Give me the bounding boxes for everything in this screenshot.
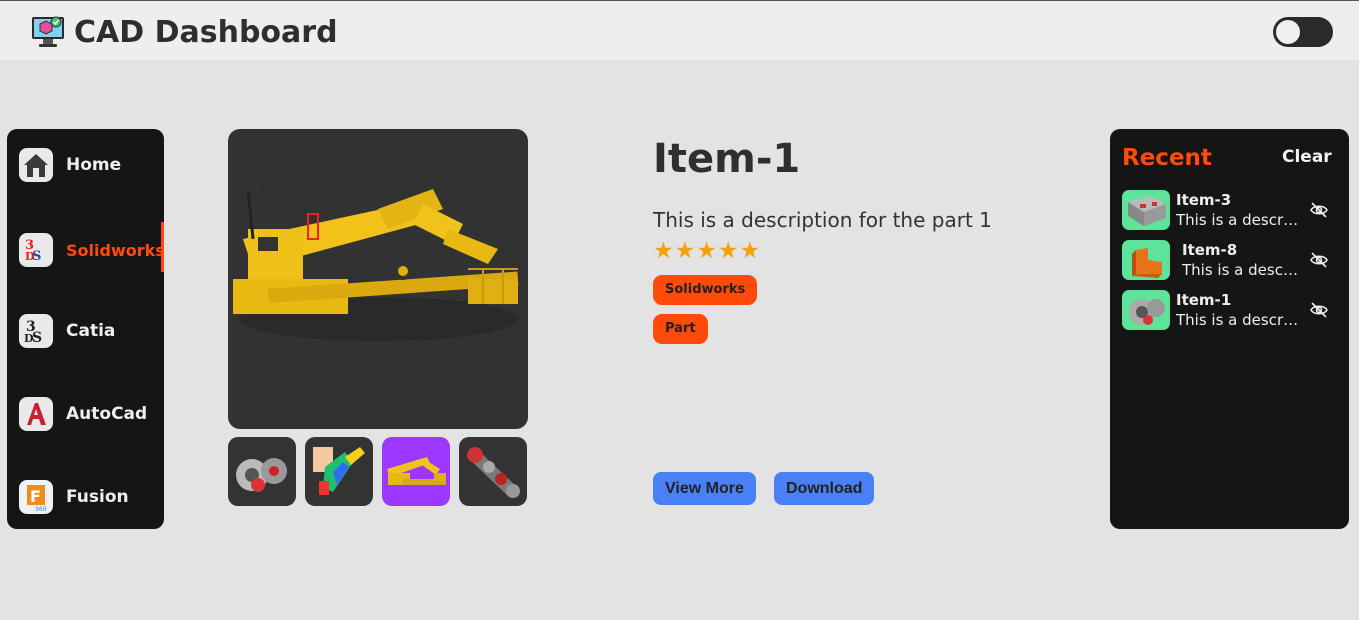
star-icon: ★ <box>653 238 674 264</box>
sidebar-item-label: AutoCad <box>66 404 148 424</box>
svg-text:360: 360 <box>35 506 47 512</box>
recent-item-name: Item-3 <box>1176 191 1232 209</box>
thumbnail-crane[interactable] <box>382 437 450 506</box>
recent-item[interactable]: Item-1 This is a descrip... <box>1122 290 1342 332</box>
tag-software: Solidworks <box>653 275 758 305</box>
thumbnail-gear-assembly[interactable] <box>228 437 296 506</box>
recent-item[interactable]: Item-3 This is a descrip... <box>1122 190 1342 232</box>
app-header: CAD Dashboard <box>0 0 1359 60</box>
app-title: CAD Dashboard <box>74 15 338 50</box>
thumbnail-robot-arm-stress[interactable] <box>305 437 373 506</box>
recent-item-description: This is a descri... <box>1182 261 1302 279</box>
recent-panel: Recent Clear Item-3 This is a descrip... <box>1110 129 1349 529</box>
eye-off-icon[interactable] <box>1309 200 1329 220</box>
recent-item-thumbnail <box>1122 240 1170 280</box>
svg-text:D: D <box>24 332 34 345</box>
catia-logo-icon: 3 S D <box>19 314 53 348</box>
recent-item-name: Item-1 <box>1176 291 1232 309</box>
star-icon: ★ <box>674 238 696 264</box>
rating-stars: ★ ★ ★ ★ ★ <box>653 238 760 264</box>
clear-button[interactable]: Clear <box>1282 147 1332 167</box>
sidebar-item-fusion[interactable]: F 360 Fusion <box>7 469 164 525</box>
sidebar-item-label: Catia <box>66 321 116 341</box>
item-description: This is a description for the part 1 <box>653 208 992 232</box>
recent-item-description: This is a descrip... <box>1176 311 1302 329</box>
main-part-image <box>228 129 528 429</box>
theme-toggle[interactable] <box>1273 17 1333 47</box>
solidworks-logo-icon: 3 S D <box>19 233 53 267</box>
star-icon: ★ <box>717 238 739 264</box>
svg-text:D: D <box>25 250 35 263</box>
eye-off-icon[interactable] <box>1309 300 1329 320</box>
home-icon <box>19 148 53 182</box>
sidebar-item-label: Solidworks <box>66 240 165 260</box>
monitor-icon <box>30 13 66 49</box>
toggle-knob <box>1276 20 1300 44</box>
download-button[interactable]: Download <box>774 472 875 505</box>
recent-title: Recent <box>1122 145 1212 171</box>
sidebar-item-home[interactable]: Home <box>7 137 164 193</box>
star-icon: ★ <box>696 238 717 264</box>
recent-item[interactable]: Item-8 This is a descri... <box>1122 240 1342 282</box>
sidebar-item-label: Home <box>66 155 122 175</box>
recent-item-name: Item-8 <box>1182 241 1238 259</box>
sidebar-item-solidworks[interactable]: 3 S D Solidworks <box>7 222 165 278</box>
item-title: Item-1 <box>653 136 801 182</box>
svg-text:F: F <box>30 487 41 506</box>
sidebar-item-catia[interactable]: 3 S D Catia <box>7 303 164 359</box>
recent-item-description: This is a descrip... <box>1176 211 1302 229</box>
fusion-logo-icon: F 360 <box>19 480 53 514</box>
tag-type: Part <box>653 314 708 344</box>
autocad-logo-icon <box>19 397 53 431</box>
star-icon: ★ <box>739 238 761 264</box>
eye-off-icon[interactable] <box>1309 250 1329 270</box>
recent-item-thumbnail <box>1122 290 1170 330</box>
recent-item-thumbnail <box>1122 190 1170 230</box>
thumbnail-drive-shaft[interactable] <box>459 437 527 506</box>
sidebar-item-autocad[interactable]: AutoCad <box>7 386 164 442</box>
sidebar: Home 3 S D Solidworks 3 S D Catia AutoCa… <box>7 129 165 529</box>
view-more-button[interactable]: View More <box>653 472 756 505</box>
sidebar-item-label: Fusion <box>66 487 129 507</box>
